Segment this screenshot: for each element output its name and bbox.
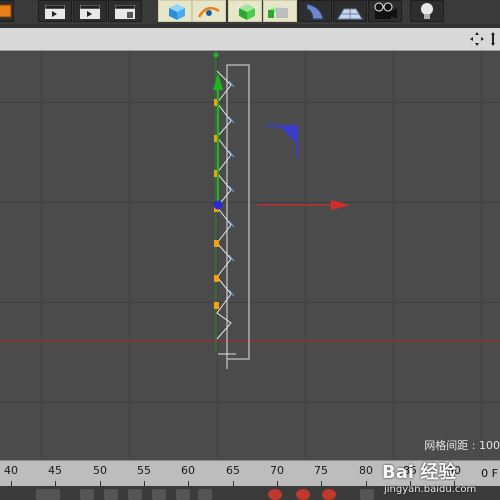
timeline-tick-label: 45 (48, 464, 62, 477)
prev-frame-button[interactable] (104, 489, 118, 500)
goto-start-button[interactable] (36, 489, 60, 500)
xy-plane-handle-fill (280, 127, 296, 143)
selection-bounding-box (226, 64, 250, 360)
floor-plane-button[interactable] (333, 0, 367, 22)
auto-key-button[interactable] (296, 489, 310, 500)
timeline-tick-label: 75 (314, 464, 328, 477)
render-active-button[interactable] (73, 0, 107, 22)
timeline-tick-label: 55 (137, 464, 151, 477)
grid-spacing-label: 网格间距 : 100 (424, 439, 500, 452)
render-settings-button[interactable] (108, 0, 142, 22)
subdivision-button[interactable] (228, 0, 262, 22)
pen-spline-button[interactable] (192, 0, 226, 22)
timeline-tick-label: 70 (270, 464, 284, 477)
object-center-handle[interactable] (213, 200, 223, 210)
deformer-button[interactable] (298, 0, 332, 22)
key-selection-button[interactable] (322, 489, 336, 500)
timeline-tick-label: 50 (93, 464, 107, 477)
array-generator-button[interactable] (263, 0, 297, 22)
timeline-tick-label: 60 (181, 464, 195, 477)
timeline-tick-label: 65 (226, 464, 240, 477)
scene-canvas[interactable] (0, 51, 500, 460)
main-toolbar (0, 0, 500, 25)
watermark-url: jingyan.baidu.com (384, 484, 477, 495)
prev-key-button[interactable] (80, 489, 94, 500)
3d-viewport[interactable]: 网格间距 : 100 (0, 51, 500, 460)
next-key-button[interactable] (176, 489, 190, 500)
play-button[interactable] (128, 489, 142, 500)
cube-primitive-button[interactable] (158, 0, 192, 22)
key-position-button[interactable] (360, 489, 374, 500)
cube-tool-icon[interactable] (0, 0, 14, 22)
timeline-tick-label: 40 (4, 464, 18, 477)
watermark-brand: Bai 经验 (382, 462, 457, 483)
timeline-tick-label: 80 (359, 464, 373, 477)
next-frame-button[interactable] (152, 489, 166, 500)
rotate-view-icon[interactable] (486, 32, 500, 46)
light-button[interactable] (410, 0, 444, 22)
camera-button[interactable] (368, 0, 402, 22)
x-axis-arrow-icon[interactable] (331, 200, 350, 210)
y-axis-end-icon (213, 52, 219, 58)
render-view-button[interactable] (38, 0, 72, 22)
watermark: Bai 经验 jingyan.baidu.com (380, 458, 500, 500)
goto-end-button[interactable] (198, 489, 212, 500)
record-keys-button[interactable] (268, 489, 282, 500)
viewport-header (0, 28, 500, 51)
move-view-icon[interactable] (470, 32, 484, 46)
